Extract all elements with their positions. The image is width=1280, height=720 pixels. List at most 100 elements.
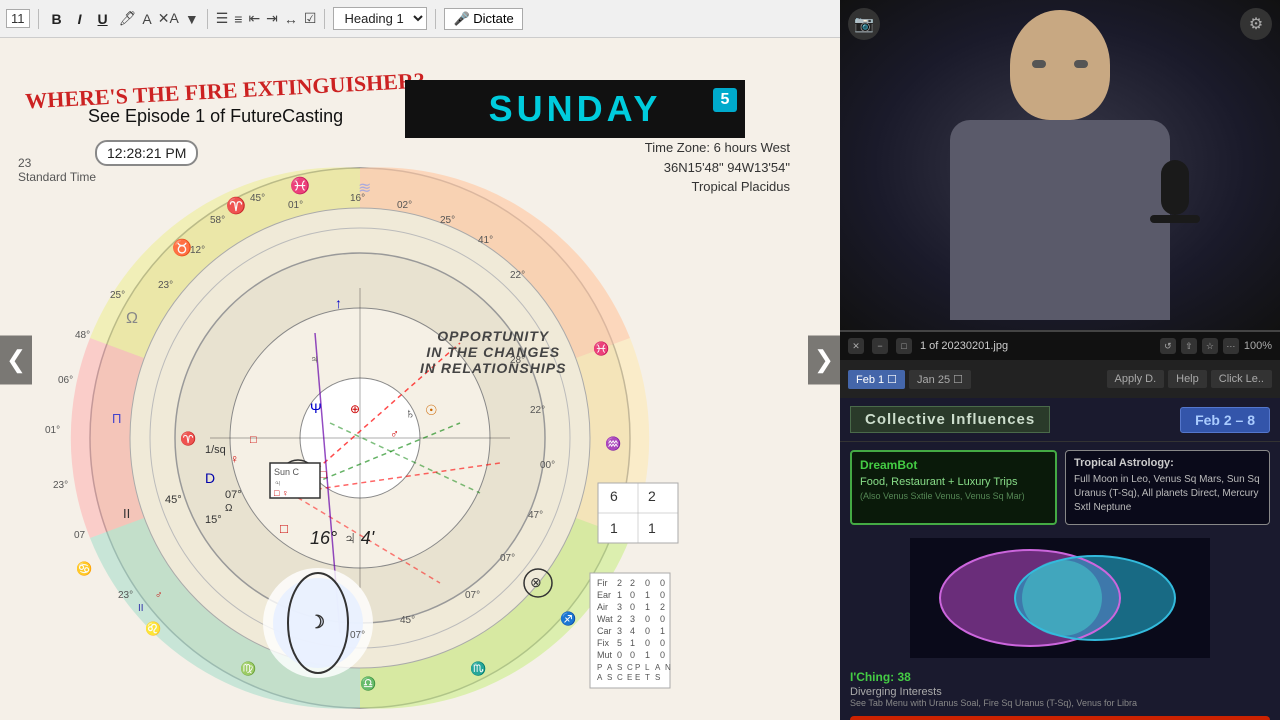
svg-text:Sun C: Sun C [274,467,300,477]
right-panel: 📷 ⚙ ✕ − □ 1 of 20230201.jpg ↺ ⇧ ☆ [840,0,1280,720]
svg-text:0: 0 [660,638,665,648]
svg-text:♂: ♂ [155,590,163,601]
star-icon[interactable]: ☆ [1202,338,1218,354]
svg-text:48°: 48° [75,330,90,341]
svg-text:Car: Car [597,626,612,636]
maximize-icon[interactable]: □ [896,338,912,354]
numbered-list-icon[interactable]: ≡ [234,11,242,27]
svg-text:Ψ: Ψ [310,400,322,416]
svg-text:07°: 07° [225,489,242,501]
bold-button[interactable]: B [47,9,67,29]
svg-text:P: P [597,663,602,672]
svg-text:♓: ♓ [593,341,609,356]
clear-format-icon[interactable]: ✕A [158,10,179,27]
svg-text:Π: Π [112,411,121,426]
svg-text:C: C [627,663,633,672]
venn-diagram [910,538,1210,658]
help-btn[interactable]: Help [1168,370,1207,388]
svg-text:D: D [205,470,215,486]
feb1-tab[interactable]: Feb 1 ☐ [848,370,905,389]
svg-text:♏: ♏ [470,661,486,676]
camera-icon: 📷 [848,8,880,40]
svg-text:1: 1 [617,590,622,600]
font-color-icon[interactable]: A [142,11,151,27]
svg-text:Wat: Wat [597,614,613,624]
refresh-icon[interactable]: ↺ [1160,338,1176,354]
svg-text:E: E [627,673,632,682]
checkbox-icon[interactable]: ☑ [304,10,317,27]
episode-text: See Episode 1 of FutureCasting [88,106,343,127]
svg-text:6: 6 [610,488,618,504]
svg-text:□: □ [280,521,288,536]
toolbar: 11 B I U 🖊 A ✕A ▼ ☰ ≡ ⇤ ⇥ ↔ ☑ Heading 1 … [0,0,840,38]
svg-text:E: E [635,673,640,682]
svg-text:12°: 12° [190,245,205,256]
italic-button[interactable]: I [73,9,87,29]
click-left-btn[interactable]: Click Le.. [1211,370,1272,388]
date-tabs: Feb 1 ☐ Jan 25 ☐ [848,370,971,389]
svg-text:2: 2 [617,614,622,624]
opportunity-text: OPPORTUNITY IN THE CHANGES IN RELATIONSH… [420,328,566,376]
svg-text:♃: ♃ [310,352,319,366]
svg-text:3: 3 [617,626,622,636]
svg-text:2: 2 [630,578,635,588]
svg-text:1: 1 [610,520,618,536]
svg-text:♉: ♉ [172,238,192,257]
svg-text:II: II [138,603,144,614]
svg-text:22°: 22° [510,270,525,281]
svg-text:07°: 07° [500,553,515,564]
svg-text:Fir: Fir [597,578,608,588]
more-icon[interactable]: ··· [1223,338,1239,354]
svg-text:0: 0 [630,602,635,612]
ltr-icon[interactable]: ↔ [284,11,298,27]
svg-text:58°: 58° [210,215,225,226]
nav-arrow-left[interactable]: ❮ [0,336,32,385]
eye-right [1074,60,1088,68]
share-icon[interactable]: ⇧ [1181,338,1197,354]
svg-text:0: 0 [630,650,635,660]
svg-text:C: C [617,673,623,682]
collective-topbar: ✕ − □ 1 of 20230201.jpg ↺ ⇧ ☆ ··· 100% [840,332,1280,360]
omega-text: 16° ♃ 4' [310,528,374,549]
underline-button[interactable]: U [93,9,113,29]
svg-text:Air: Air [597,602,608,612]
format-dropdown-icon[interactable]: ▼ [185,11,199,27]
sunday-banner: SUNDAY 5 [405,80,745,138]
svg-text:♒: ♒ [605,436,621,451]
svg-text:06°: 06° [58,375,73,386]
svg-text:23°: 23° [53,480,68,491]
bullet-list-icon[interactable]: ☰ [216,10,229,27]
svg-text:0: 0 [660,650,665,660]
indent-dec-icon[interactable]: ⇤ [248,10,260,27]
svg-text:0: 0 [660,590,665,600]
highlight-icon[interactable]: 🖊 [119,10,137,27]
svg-text:3: 3 [630,614,635,624]
dictate-button[interactable]: 🎤 Dictate [444,8,522,30]
svg-text:⊗: ⊗ [530,574,542,590]
svg-text:45°: 45° [165,494,182,506]
font-size-input[interactable]: 11 [6,9,30,28]
dreambot-content: Food, Restaurant + Luxury Trips [860,476,1047,488]
indent-inc-icon[interactable]: ⇥ [266,10,278,27]
separator-1 [38,9,39,29]
svg-text:≋: ≋ [358,180,371,197]
iching-note: See Tab Menu with Uranus Soal, Fire Sq U… [850,698,1270,708]
svg-text:Mut: Mut [597,650,613,660]
svg-text:47°: 47° [528,510,543,521]
svg-text:3: 3 [617,602,622,612]
svg-text:1: 1 [645,650,650,660]
apply-date-btn[interactable]: Apply D. [1107,370,1165,388]
minimize-icon[interactable]: − [872,338,888,354]
svg-text:00°: 00° [540,460,555,471]
heading-select[interactable]: Heading 1 [333,7,427,30]
svg-text:☽: ☽ [309,612,325,632]
svg-text:1: 1 [660,626,665,636]
separator-4 [435,9,436,29]
jan25-tab[interactable]: Jan 25 ☐ [909,370,971,389]
svg-text:1: 1 [645,590,650,600]
svg-text:23°: 23° [158,280,173,291]
sunday-text: SUNDAY [489,88,662,130]
video-background: 📷 ⚙ [840,0,1280,330]
close-icon[interactable]: ✕ [848,338,864,354]
nav-arrow-right[interactable]: ❯ [808,336,840,385]
